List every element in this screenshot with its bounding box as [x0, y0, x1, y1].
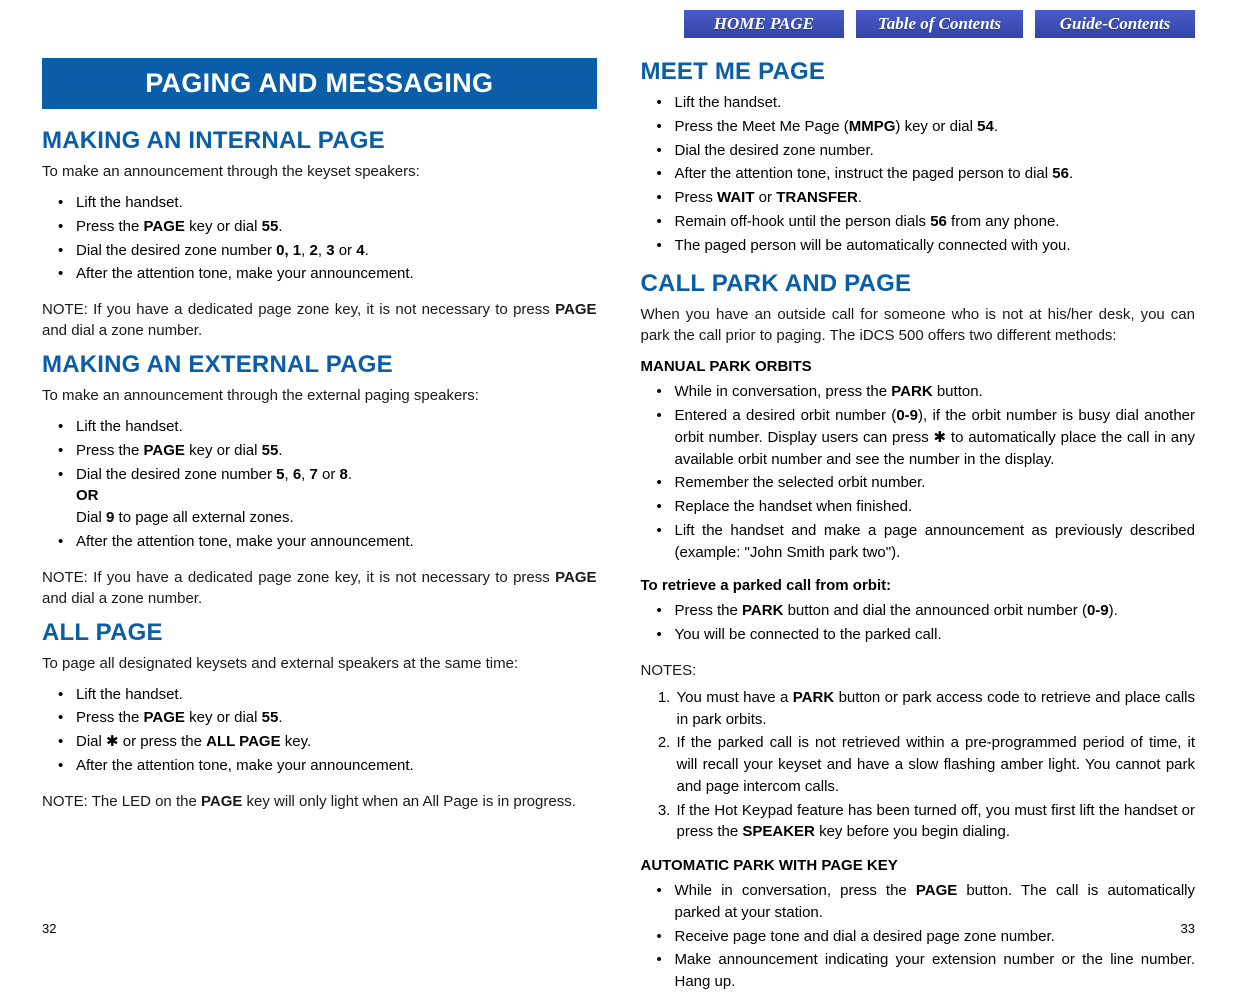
list-item: If the parked call is not retrieved with…	[675, 732, 1196, 797]
internal-page-steps: Lift the handset. Press the PAGE key or …	[42, 192, 597, 285]
left-column: PAGING AND MESSAGING MAKING AN INTERNAL …	[42, 58, 597, 1007]
list-item: If the Hot Keypad feature has been turne…	[675, 800, 1196, 844]
table-of-contents-button[interactable]: Table of Contents	[856, 10, 1023, 38]
note-text: NOTE: If you have a dedicated page zone …	[42, 567, 597, 609]
home-page-button[interactable]: HOME PAGE	[684, 10, 844, 38]
heading-internal-page: MAKING AN INTERNAL PAGE	[42, 127, 597, 155]
nav-bar: HOME PAGE Table of Contents Guide-Conten…	[684, 10, 1195, 38]
list-item: Lift the handset and make a page announc…	[675, 520, 1196, 564]
list-item: The paged person will be automatically c…	[675, 235, 1196, 257]
list-item: Lift the handset.	[76, 684, 597, 706]
notes-label: NOTES:	[641, 660, 1196, 681]
subhead-retrieve: To retrieve a parked call from orbit:	[641, 577, 1196, 594]
retrieve-steps: Press the PARK button and dial the annou…	[641, 600, 1196, 646]
content-columns: PAGING AND MESSAGING MAKING AN INTERNAL …	[42, 58, 1195, 1007]
auto-park-steps: While in conversation, press the PAGE bu…	[641, 880, 1196, 993]
meet-me-steps: Lift the handset. Press the Meet Me Page…	[641, 92, 1196, 256]
page-number-right: 33	[1181, 921, 1195, 936]
right-column: MEET ME PAGE Lift the handset. Press the…	[641, 58, 1196, 1007]
note-text: NOTE: The LED on the PAGE key will only …	[42, 791, 597, 812]
list-item: Press the PAGE key or dial 55.	[76, 707, 597, 729]
subhead-auto-park: AUTOMATIC PARK WITH PAGE KEY	[641, 857, 1196, 874]
manual-park-steps: While in conversation, press the PARK bu…	[641, 381, 1196, 563]
list-item: Dial the desired zone number.	[675, 140, 1196, 162]
list-item: Make announcement indicating your extens…	[675, 949, 1196, 993]
list-item: You must have a PARK button or park acce…	[675, 687, 1196, 731]
list-item: After the attention tone, make your anno…	[76, 755, 597, 777]
intro-text: To make an announcement through the keys…	[42, 161, 597, 182]
list-item: Press WAIT or TRANSFER.	[675, 187, 1196, 209]
heading-all-page: ALL PAGE	[42, 619, 597, 647]
note-text: NOTE: If you have a dedicated page zone …	[42, 299, 597, 341]
list-item: Receive page tone and dial a desired pag…	[675, 926, 1196, 948]
list-item: Replace the handset when finished.	[675, 496, 1196, 518]
list-item: Dial the desired zone number 5, 6, 7 or …	[76, 464, 597, 529]
heading-meet-me-page: MEET ME PAGE	[641, 58, 1196, 86]
intro-text: To make an announcement through the exte…	[42, 385, 597, 406]
list-item: After the attention tone, make your anno…	[76, 531, 597, 553]
guide-contents-button[interactable]: Guide-Contents	[1035, 10, 1195, 38]
all-page-steps: Lift the handset. Press the PAGE key or …	[42, 684, 597, 777]
page-number-left: 32	[42, 921, 56, 936]
section-banner: PAGING AND MESSAGING	[42, 58, 597, 109]
list-item: Remember the selected orbit number.	[675, 472, 1196, 494]
list-item: Remain off-hook until the person dials 5…	[675, 211, 1196, 233]
list-item: Press the Meet Me Page (MMPG) key or dia…	[675, 116, 1196, 138]
heading-call-park: CALL PARK AND PAGE	[641, 270, 1196, 298]
list-item: Entered a desired orbit number (0-9), if…	[675, 405, 1196, 470]
list-item: Press the PARK button and dial the annou…	[675, 600, 1196, 622]
subhead-manual-park: MANUAL PARK ORBITS	[641, 358, 1196, 375]
external-page-steps: Lift the handset. Press the PAGE key or …	[42, 416, 597, 553]
list-item: Dial ✱ or press the ALL PAGE key.	[76, 731, 597, 753]
notes-list: You must have a PARK button or park acce…	[641, 687, 1196, 843]
list-item: After the attention tone, make your anno…	[76, 263, 597, 285]
list-item: Press the PAGE key or dial 55.	[76, 440, 597, 462]
list-item: Lift the handset.	[76, 192, 597, 214]
list-item: Press the PAGE key or dial 55.	[76, 216, 597, 238]
list-item: Dial the desired zone number 0, 1, 2, 3 …	[76, 240, 597, 262]
intro-text: When you have an outside call for someon…	[641, 304, 1196, 346]
list-item: Lift the handset.	[675, 92, 1196, 114]
intro-text: To page all designated keysets and exter…	[42, 653, 597, 674]
list-item: After the attention tone, instruct the p…	[675, 163, 1196, 185]
heading-external-page: MAKING AN EXTERNAL PAGE	[42, 351, 597, 379]
list-item: While in conversation, press the PARK bu…	[675, 381, 1196, 403]
list-item: Lift the handset.	[76, 416, 597, 438]
list-item: You will be connected to the parked call…	[675, 624, 1196, 646]
list-item: While in conversation, press the PAGE bu…	[675, 880, 1196, 924]
